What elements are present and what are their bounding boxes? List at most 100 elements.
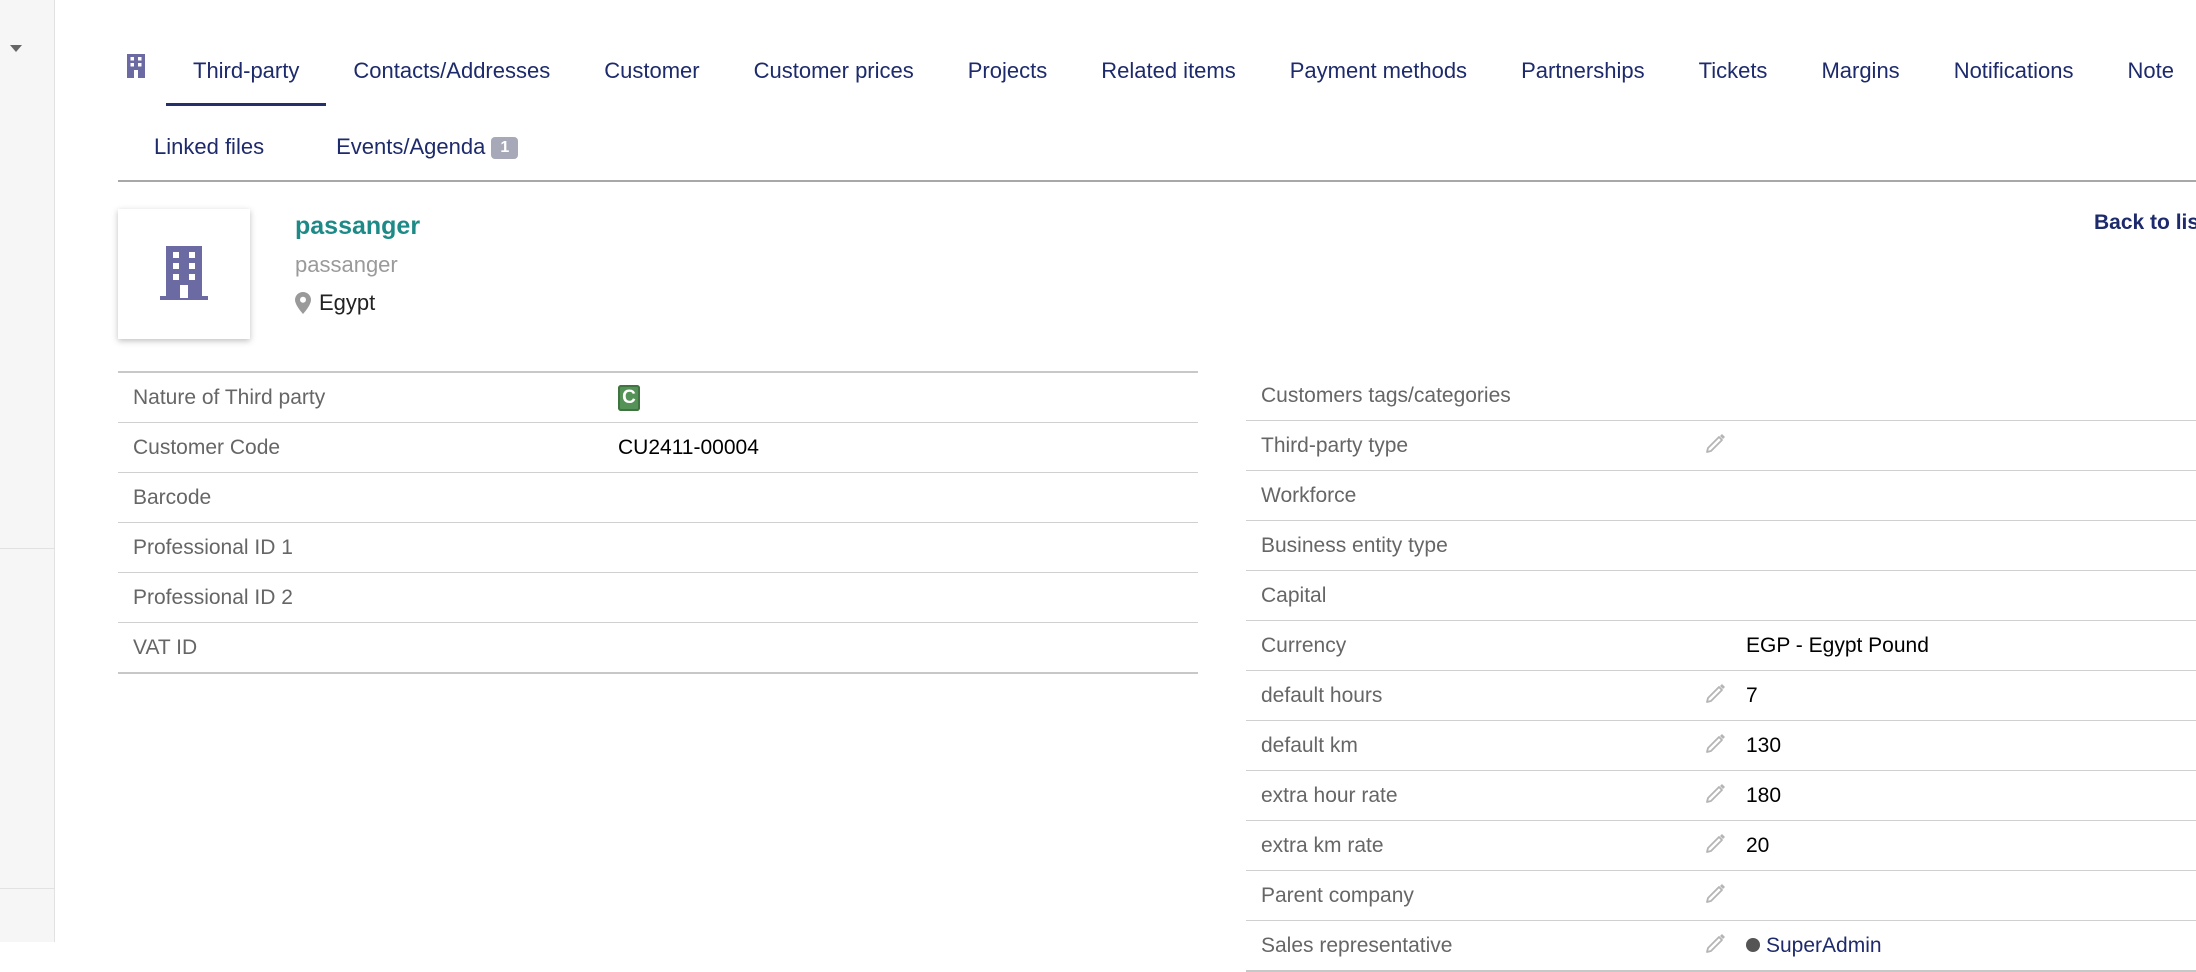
edit-cell [1686, 720, 1746, 771]
tab-contacts-addresses[interactable]: Contacts/Addresses [326, 38, 577, 106]
tab-third-party[interactable]: Third-party [166, 38, 327, 106]
field-label: Currency [1246, 620, 1686, 671]
edit-cell [1686, 371, 1746, 421]
right-fields-table: Customers tags/categories Third-party typ… [1246, 371, 2196, 972]
count-badge: 1 [491, 137, 519, 159]
sales-rep-link[interactable]: SuperAdmin [1766, 934, 1882, 957]
field-row: VAT ID [118, 622, 1198, 674]
user-icon [1746, 937, 1760, 952]
field-label: Capital [1246, 570, 1686, 621]
field-label: Customers tags/categories [1246, 371, 1686, 421]
field-row: Sales representative SuperAdmin [1246, 920, 2196, 972]
main-tabs: Third-party Contacts/Addresses Customer … [118, 38, 2196, 108]
edit-cell [1686, 570, 1746, 621]
company-country: Egypt [295, 290, 375, 316]
left-sidebar [0, 0, 55, 942]
edit-cell [1686, 920, 1746, 972]
edit-cell [1686, 420, 1746, 471]
tab-events-agenda[interactable]: Events/Agenda 1 [300, 120, 554, 180]
edit-cell [1686, 520, 1746, 571]
pencil-icon[interactable] [1705, 682, 1727, 704]
tabs-divider [118, 180, 2196, 182]
field-label: default km [1246, 720, 1686, 771]
building-icon [118, 38, 166, 106]
field-row: Capital [1246, 570, 2196, 621]
pencil-icon[interactable] [1705, 932, 1727, 954]
field-label: Parent company [1246, 870, 1686, 921]
field-row: Nature of Third party C [118, 371, 1198, 423]
field-row: Professional ID 1 [118, 522, 1198, 573]
field-label: Customer Code [118, 422, 618, 473]
field-row: Third-party type [1246, 420, 2196, 471]
field-row: Currency EGP - Egypt Pound [1246, 620, 2196, 671]
field-label: Third-party type [1246, 420, 1686, 471]
left-fields-table: Nature of Third party C Customer Code CU… [118, 371, 1198, 674]
field-value: 20 [1746, 833, 1770, 857]
pencil-icon[interactable] [1705, 432, 1727, 454]
pencil-icon[interactable] [1705, 832, 1727, 854]
tab-projects[interactable]: Projects [941, 38, 1074, 106]
company-name: passanger [295, 212, 421, 240]
edit-cell [1686, 620, 1746, 671]
field-value: CU2411-00004 [618, 422, 1198, 473]
field-row: default hours 7 [1246, 670, 2196, 721]
field-label: Workforce [1246, 470, 1686, 521]
pencil-icon[interactable] [1705, 782, 1727, 804]
field-row: Business entity type [1246, 520, 2196, 571]
pencil-icon[interactable] [1705, 882, 1727, 904]
field-label: Professional ID 1 [118, 522, 618, 573]
field-label: VAT ID [118, 622, 618, 674]
field-value [618, 522, 1198, 573]
back-to-list-link[interactable]: Back to lis [2094, 211, 2196, 235]
building-icon [160, 246, 208, 300]
company-alias: passanger [295, 252, 398, 277]
edit-cell [1686, 470, 1746, 521]
secondary-tabs: Linked files Events/Agenda 1 [118, 120, 554, 180]
chevron-down-icon[interactable] [10, 45, 22, 52]
field-value [618, 622, 1198, 674]
field-label: extra hour rate [1246, 770, 1686, 821]
sidebar-divider [0, 548, 54, 549]
tab-payment-methods[interactable]: Payment methods [1263, 38, 1494, 106]
tab-tickets[interactable]: Tickets [1672, 38, 1795, 106]
tab-related-items[interactable]: Related items [1074, 38, 1263, 106]
tab-note[interactable]: Note [2101, 38, 2196, 106]
country-label: Egypt [319, 290, 376, 315]
sidebar-divider [0, 888, 54, 889]
field-row: Workforce [1246, 470, 2196, 521]
pencil-icon[interactable] [1705, 732, 1727, 754]
field-row: Customers tags/categories [1246, 371, 2196, 421]
tab-linked-files[interactable]: Linked files [118, 120, 300, 180]
field-row: Barcode [118, 472, 1198, 523]
field-label: Nature of Third party [118, 371, 618, 423]
field-value: 7 [1746, 683, 1758, 707]
tab-partnerships[interactable]: Partnerships [1494, 38, 1672, 106]
field-row: default km 130 [1246, 720, 2196, 771]
field-value [618, 472, 1198, 523]
company-logo [118, 209, 250, 339]
field-value: EGP - Egypt Pound [1746, 633, 1929, 657]
field-label: Business entity type [1246, 520, 1686, 571]
field-row: Professional ID 2 [118, 572, 1198, 623]
field-value: 180 [1746, 783, 1782, 807]
edit-cell [1686, 770, 1746, 821]
field-label: Professional ID 2 [118, 572, 618, 623]
tab-margins[interactable]: Margins [1794, 38, 1926, 106]
field-row: extra km rate 20 [1246, 820, 2196, 871]
tab-notifications[interactable]: Notifications [1927, 38, 2101, 106]
field-row: Parent company [1246, 870, 2196, 921]
map-pin-icon [295, 292, 311, 314]
field-value: 130 [1746, 733, 1782, 757]
tab-events-agenda-label: Events/Agenda [336, 134, 486, 159]
field-label: extra km rate [1246, 820, 1686, 871]
field-label: default hours [1246, 670, 1686, 721]
edit-cell [1686, 820, 1746, 871]
customer-nature-tag: C [618, 384, 640, 411]
field-row: Customer Code CU2411-00004 [118, 422, 1198, 473]
tab-customer[interactable]: Customer [577, 38, 726, 106]
field-value [618, 572, 1198, 623]
edit-cell [1686, 670, 1746, 721]
tab-customer-prices[interactable]: Customer prices [727, 38, 941, 106]
field-row: extra hour rate 180 [1246, 770, 2196, 821]
field-label: Barcode [118, 472, 618, 523]
